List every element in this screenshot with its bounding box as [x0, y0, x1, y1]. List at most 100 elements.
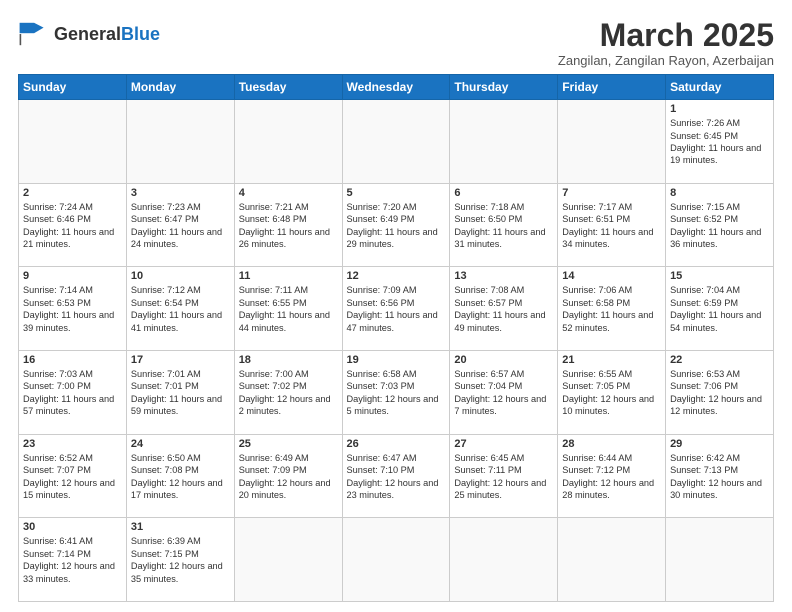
day-info: Sunrise: 7:17 AM Sunset: 6:51 PM Dayligh…	[562, 201, 661, 251]
calendar-table: Sunday Monday Tuesday Wednesday Thursday…	[18, 74, 774, 602]
logo-icon	[18, 18, 50, 50]
table-row: 31 Sunrise: 6:39 AM Sunset: 7:15 PM Dayli…	[126, 518, 234, 602]
day-number: 31	[131, 521, 230, 533]
calendar-week-row: 23Sunrise: 6:52 AM Sunset: 7:07 PM Dayli…	[19, 434, 774, 518]
day-number: 10	[131, 270, 230, 282]
table-row: 16Sunrise: 7:03 AM Sunset: 7:00 PM Dayli…	[19, 351, 127, 435]
title-block: March 2025 Zangilan, Zangilan Rayon, Aze…	[558, 18, 774, 68]
calendar-week-row: 1Sunrise: 7:26 AM Sunset: 6:45 PM Daylig…	[19, 100, 774, 184]
day-info: Sunrise: 6:57 AM Sunset: 7:04 PM Dayligh…	[454, 368, 553, 418]
table-row: 15Sunrise: 7:04 AM Sunset: 6:59 PM Dayli…	[666, 267, 774, 351]
table-row: 22 Sunrise: 6:53 AM Sunset: 7:06 PM Dayli…	[666, 351, 774, 435]
day-number: 5	[347, 187, 446, 199]
day-info: Sunrise: 6:41 AM Sunset: 7:14 PM Dayligh…	[23, 535, 122, 585]
col-monday: Monday	[126, 75, 234, 100]
table-row	[666, 518, 774, 602]
calendar-week-row: 2 Sunrise: 7:24 AM Sunset: 6:46 PM Daylig…	[19, 183, 774, 267]
table-row: 23Sunrise: 6:52 AM Sunset: 7:07 PM Dayli…	[19, 434, 127, 518]
subtitle: Zangilan, Zangilan Rayon, Azerbaijan	[558, 53, 774, 68]
day-number: 19	[347, 354, 446, 366]
day-number: 27	[454, 438, 553, 450]
day-info: Sunrise: 7:06 AM Sunset: 6:58 PM Dayligh…	[562, 284, 661, 334]
table-row: 12 Sunrise: 7:09 AM Sunset: 6:56 PM Dayli…	[342, 267, 450, 351]
table-row: 14 Sunrise: 7:06 AM Sunset: 6:58 PM Dayli…	[558, 267, 666, 351]
logo: GeneralBlue	[18, 18, 160, 50]
table-row	[558, 100, 666, 184]
day-number: 13	[454, 270, 553, 282]
day-info: Sunrise: 6:49 AM Sunset: 7:09 PM Dayligh…	[239, 452, 338, 502]
day-info: Sunrise: 7:18 AM Sunset: 6:50 PM Dayligh…	[454, 201, 553, 251]
day-info: Sunrise: 7:21 AM Sunset: 6:48 PM Dayligh…	[239, 201, 338, 251]
table-row: 24 Sunrise: 6:50 AM Sunset: 7:08 PM Dayli…	[126, 434, 234, 518]
calendar-week-row: 30Sunrise: 6:41 AM Sunset: 7:14 PM Dayli…	[19, 518, 774, 602]
day-number: 26	[347, 438, 446, 450]
day-number: 16	[23, 354, 122, 366]
day-number: 6	[454, 187, 553, 199]
day-number: 4	[239, 187, 338, 199]
day-number: 22	[670, 354, 769, 366]
day-number: 8	[670, 187, 769, 199]
day-number: 28	[562, 438, 661, 450]
table-row	[19, 100, 127, 184]
day-info: Sunrise: 7:04 AM Sunset: 6:59 PM Dayligh…	[670, 284, 769, 334]
table-row: 17 Sunrise: 7:01 AM Sunset: 7:01 PM Dayli…	[126, 351, 234, 435]
col-friday: Friday	[558, 75, 666, 100]
day-number: 2	[23, 187, 122, 199]
day-info: Sunrise: 7:24 AM Sunset: 6:46 PM Dayligh…	[23, 201, 122, 251]
day-number: 17	[131, 354, 230, 366]
logo-text: GeneralBlue	[54, 24, 160, 45]
day-info: Sunrise: 6:53 AM Sunset: 7:06 PM Dayligh…	[670, 368, 769, 418]
page: GeneralBlue March 2025 Zangilan, Zangila…	[0, 0, 792, 612]
table-row: 9Sunrise: 7:14 AM Sunset: 6:53 PM Daylig…	[19, 267, 127, 351]
col-saturday: Saturday	[666, 75, 774, 100]
table-row: 13 Sunrise: 7:08 AM Sunset: 6:57 PM Dayli…	[450, 267, 558, 351]
day-info: Sunrise: 7:08 AM Sunset: 6:57 PM Dayligh…	[454, 284, 553, 334]
col-thursday: Thursday	[450, 75, 558, 100]
day-info: Sunrise: 6:47 AM Sunset: 7:10 PM Dayligh…	[347, 452, 446, 502]
table-row: 2 Sunrise: 7:24 AM Sunset: 6:46 PM Daylig…	[19, 183, 127, 267]
day-info: Sunrise: 7:23 AM Sunset: 6:47 PM Dayligh…	[131, 201, 230, 251]
table-row	[234, 100, 342, 184]
day-info: Sunrise: 7:15 AM Sunset: 6:52 PM Dayligh…	[670, 201, 769, 251]
col-tuesday: Tuesday	[234, 75, 342, 100]
day-info: Sunrise: 6:55 AM Sunset: 7:05 PM Dayligh…	[562, 368, 661, 418]
day-number: 12	[347, 270, 446, 282]
table-row	[234, 518, 342, 602]
day-info: Sunrise: 6:39 AM Sunset: 7:15 PM Dayligh…	[131, 535, 230, 585]
table-row	[450, 100, 558, 184]
day-number: 11	[239, 270, 338, 282]
day-info: Sunrise: 7:01 AM Sunset: 7:01 PM Dayligh…	[131, 368, 230, 418]
table-row: 8 Sunrise: 7:15 AM Sunset: 6:52 PM Daylig…	[666, 183, 774, 267]
table-row: 19 Sunrise: 6:58 AM Sunset: 7:03 PM Dayli…	[342, 351, 450, 435]
table-row: 25Sunrise: 6:49 AM Sunset: 7:09 PM Dayli…	[234, 434, 342, 518]
table-row: 5Sunrise: 7:20 AM Sunset: 6:49 PM Daylig…	[342, 183, 450, 267]
table-row: 10 Sunrise: 7:12 AM Sunset: 6:54 PM Dayli…	[126, 267, 234, 351]
table-row	[126, 100, 234, 184]
table-row: 29Sunrise: 6:42 AM Sunset: 7:13 PM Dayli…	[666, 434, 774, 518]
table-row: 3 Sunrise: 7:23 AM Sunset: 6:47 PM Daylig…	[126, 183, 234, 267]
col-sunday: Sunday	[19, 75, 127, 100]
day-number: 14	[562, 270, 661, 282]
day-info: Sunrise: 6:52 AM Sunset: 7:07 PM Dayligh…	[23, 452, 122, 502]
table-row	[342, 100, 450, 184]
table-row: 7 Sunrise: 7:17 AM Sunset: 6:51 PM Daylig…	[558, 183, 666, 267]
day-number: 7	[562, 187, 661, 199]
day-info: Sunrise: 6:50 AM Sunset: 7:08 PM Dayligh…	[131, 452, 230, 502]
table-row: 21Sunrise: 6:55 AM Sunset: 7:05 PM Dayli…	[558, 351, 666, 435]
table-row: 18Sunrise: 7:00 AM Sunset: 7:02 PM Dayli…	[234, 351, 342, 435]
day-info: Sunrise: 6:58 AM Sunset: 7:03 PM Dayligh…	[347, 368, 446, 418]
day-info: Sunrise: 7:09 AM Sunset: 6:56 PM Dayligh…	[347, 284, 446, 334]
day-info: Sunrise: 7:12 AM Sunset: 6:54 PM Dayligh…	[131, 284, 230, 334]
day-number: 24	[131, 438, 230, 450]
col-wednesday: Wednesday	[342, 75, 450, 100]
table-row: 30Sunrise: 6:41 AM Sunset: 7:14 PM Dayli…	[19, 518, 127, 602]
calendar-header-row: Sunday Monday Tuesday Wednesday Thursday…	[19, 75, 774, 100]
calendar-week-row: 9Sunrise: 7:14 AM Sunset: 6:53 PM Daylig…	[19, 267, 774, 351]
day-number: 9	[23, 270, 122, 282]
table-row	[342, 518, 450, 602]
day-number: 29	[670, 438, 769, 450]
table-row: 26 Sunrise: 6:47 AM Sunset: 7:10 PM Dayli…	[342, 434, 450, 518]
day-number: 20	[454, 354, 553, 366]
table-row: 11Sunrise: 7:11 AM Sunset: 6:55 PM Dayli…	[234, 267, 342, 351]
day-number: 3	[131, 187, 230, 199]
